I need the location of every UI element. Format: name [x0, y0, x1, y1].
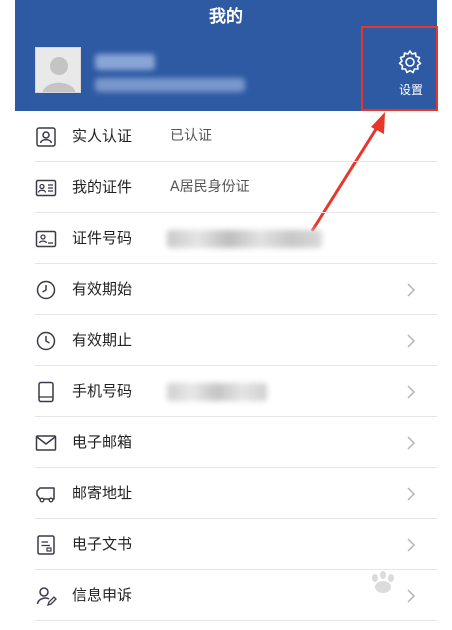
- userid-masked: [95, 78, 245, 92]
- mail-icon: [35, 435, 57, 451]
- clock-icon: [36, 280, 56, 300]
- avatar[interactable]: [35, 47, 81, 93]
- list-item[interactable]: 邮寄地址: [15, 468, 437, 519]
- list-item[interactable]: 实人认证 已认证: [15, 111, 437, 162]
- list-item[interactable]: 电子文书: [15, 519, 437, 570]
- chevron-right-icon: [407, 487, 416, 501]
- phone-icon: [38, 381, 54, 403]
- row-label: 有效期始: [72, 280, 133, 298]
- list-item[interactable]: 有效期始: [15, 264, 437, 315]
- row-label: 信息申诉: [72, 586, 133, 604]
- document-icon: [35, 179, 57, 197]
- row-label: 证件号码: [72, 229, 133, 247]
- avatar-icon: [42, 57, 76, 92]
- row-value: A居民身份证: [170, 179, 250, 195]
- row-label: 我的证件: [72, 178, 133, 196]
- chevron-right-icon: [407, 283, 416, 297]
- truck-icon: [36, 487, 55, 503]
- row-value: 已认证: [170, 128, 212, 144]
- row-label: 有效期止: [72, 331, 133, 349]
- phone-number-masked: [167, 383, 267, 401]
- id-number-icon: [35, 230, 57, 248]
- list-item[interactable]: 我的证件 A居民身份证: [15, 162, 437, 213]
- id-number-masked: [167, 230, 322, 248]
- username-masked: [95, 54, 155, 70]
- page-title: 我的: [209, 7, 243, 27]
- chevron-right-icon: [407, 436, 416, 450]
- watermark-logo: [333, 570, 433, 625]
- row-label: 电子文书: [72, 535, 133, 553]
- row-label: 手机号码: [72, 382, 133, 400]
- user-edit-icon: [36, 587, 57, 607]
- chevron-right-icon: [407, 538, 416, 552]
- list-item[interactable]: 手机号码: [15, 366, 437, 417]
- list-item[interactable]: 证件号码: [15, 213, 437, 264]
- info-list: 实人认证 已认证 我的证件 A居民身份证 证件号码 有效期始 有效期止 手机号码…: [15, 111, 437, 621]
- row-label: 邮寄地址: [72, 484, 133, 502]
- list-item[interactable]: 有效期止: [15, 315, 437, 366]
- row-label: 实人认证: [72, 127, 133, 145]
- chevron-right-icon: [407, 385, 416, 399]
- row-label: 电子邮箱: [72, 433, 133, 451]
- list-item[interactable]: 电子邮箱: [15, 417, 437, 468]
- paper-icon: [37, 535, 55, 555]
- chevron-right-icon: [407, 334, 416, 348]
- highlight-box: [361, 26, 438, 111]
- clock-icon: [36, 331, 56, 351]
- id-card-icon: [36, 127, 56, 147]
